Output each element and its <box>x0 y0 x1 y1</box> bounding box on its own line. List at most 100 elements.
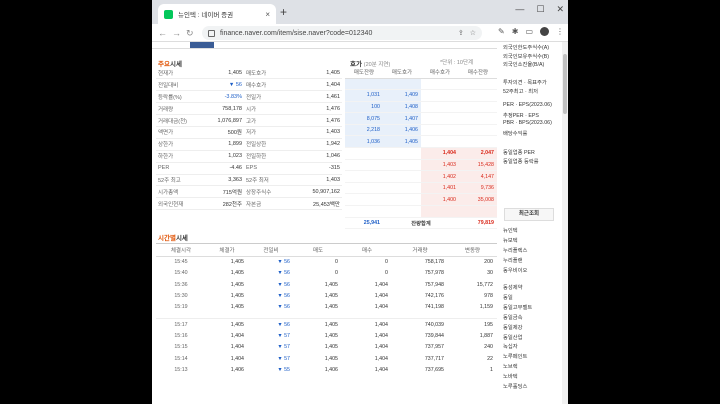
sidebar-item[interactable]: 누리플랜 <box>503 256 523 264</box>
maximize-icon[interactable]: ☐ <box>536 4 544 15</box>
total-bid-quantity: 79,819 <box>459 216 497 230</box>
empty-cell <box>383 159 421 172</box>
empty-cell <box>459 124 497 137</box>
sidebar-item[interactable]: 누리플렉스 <box>503 246 527 254</box>
trades-header: 체결시각 <box>156 243 206 257</box>
trade-p: 1,405 <box>230 281 244 288</box>
sidebar-item[interactable]: 동성제약 <box>503 283 523 291</box>
back-icon[interactable]: ← <box>158 27 167 39</box>
sidebar-item[interactable]: 녹십자 <box>503 342 518 350</box>
orderbook-unit-note: *단위 : 10단계 <box>440 60 474 66</box>
trade-b: 1,404 <box>374 366 388 373</box>
quote-row: 거래량 758,178 시가 1,476 <box>156 102 342 116</box>
reload-icon[interactable]: ↻ <box>186 27 194 39</box>
sidebar-item[interactable]: 노루홀딩스 <box>503 382 527 390</box>
sidebar-item[interactable]: 노브렉 <box>503 362 518 370</box>
bid-price: 1,404 <box>421 147 459 160</box>
quote-value: 758,178 <box>204 102 244 116</box>
scrollbar-thumb[interactable] <box>563 54 567 114</box>
share-icon[interactable]: ⇪ <box>458 29 464 37</box>
orderbook-bid-row: 1,401 9,736 <box>345 182 497 195</box>
profile-avatar[interactable] <box>540 27 549 36</box>
bookmark-star-icon[interactable]: ☆ <box>470 29 476 37</box>
sidebar-item[interactable]: 동우비이오 <box>503 266 527 274</box>
sidebar-item[interactable]: 뉴보텍 <box>503 236 518 244</box>
trade-d: 1 <box>490 366 493 373</box>
quote-row: 현재가 1,405 매도호가 1,405 <box>156 67 342 80</box>
puzzle-icon[interactable]: ✱ <box>512 27 519 36</box>
ask-quantity: 1,031 <box>345 89 383 102</box>
orderbook-header: 매도호가 <box>383 67 421 79</box>
menu-icon[interactable]: ⋮ <box>556 27 564 36</box>
url-field[interactable]: finance.naver.com/item/sise.naver?code=0… <box>202 26 482 40</box>
empty-cell <box>383 147 421 160</box>
sidebar-item: PBR · BPS(2023.06) <box>503 120 552 126</box>
sidebar-item[interactable]: 동일고무벨트 <box>503 303 532 311</box>
trade-p: 1,405 <box>230 321 244 328</box>
orderbook-table: 매도잔량 매도호가 매수호가 매수잔량 1,031 1,409 100 1,408 8,075… <box>345 67 497 230</box>
sidebar-item[interactable]: 노바텍 <box>503 372 518 380</box>
trade-b: 1,404 <box>374 293 388 300</box>
trade-b: 1,404 <box>374 332 388 339</box>
sidebar-item[interactable]: 동일 <box>503 293 513 301</box>
empty-cell <box>459 101 497 114</box>
new-tab-icon[interactable]: + <box>280 5 287 19</box>
orderbook-ask-row: 1,036 1,405 <box>345 135 497 149</box>
quote-label: 고가 <box>244 114 296 127</box>
ask-price: 1,409 <box>383 89 421 102</box>
close-tab-icon[interactable]: × <box>265 10 270 19</box>
trade-c: ▼ 57 <box>277 332 290 339</box>
trades-header: 매도 <box>294 243 342 257</box>
trade-v: 737,957 <box>424 344 444 351</box>
sidebar-item[interactable]: 동일제강 <box>503 323 523 331</box>
empty-cell <box>383 205 421 218</box>
trade-d: 15,772 <box>476 281 493 288</box>
trade-s: 0 <box>335 259 338 266</box>
orderbook-ask-row: 100 1,408 <box>345 101 497 114</box>
quote-row: 등락률(%) -3.83% 전일가 1,461 <box>156 90 342 104</box>
trade-t: 15:36 <box>174 281 188 288</box>
forward-icon[interactable]: → <box>172 27 181 39</box>
table-row: 15:16 1,404 ▼ 57 1,405 1,404 739,844 1,887 <box>156 330 497 341</box>
recent-views-header[interactable]: 최근조회 <box>504 208 554 221</box>
site-info-icon[interactable] <box>208 29 215 37</box>
bid-quantity: 4,147 <box>459 170 497 183</box>
trade-d: 1,159 <box>479 304 493 311</box>
sidebar-item[interactable]: 노루페인트 <box>503 352 527 360</box>
trade-v: 758,178 <box>424 259 444 266</box>
trade-v: 737,695 <box>424 366 444 373</box>
trade-p: 1,406 <box>230 366 244 373</box>
address-bar: ← → ↻ finance.naver.com/item/sise.naver?… <box>152 24 568 42</box>
trade-t: 15:30 <box>174 293 188 300</box>
quote-label: 액면가 <box>156 126 204 139</box>
quote-row: 시가총액 715억원 상장주식수 50,907,162 <box>156 185 342 199</box>
sidebar-icon[interactable]: ▭ <box>525 27 533 36</box>
close-window-icon[interactable]: ✕ <box>556 4 564 15</box>
quote-row: 외국인현재 282천주 자본금 25,453백만 <box>156 197 342 211</box>
sidebar-item[interactable]: 동일산업 <box>503 333 523 341</box>
trades-header: 전일비 <box>248 243 294 257</box>
trade-p: 1,404 <box>230 355 244 362</box>
minimize-icon[interactable]: — <box>515 4 524 15</box>
quote-value: 1,461 <box>296 90 342 104</box>
extension-icon[interactable]: ✎ <box>498 27 505 36</box>
sidebar-item[interactable]: 뉴인텍 <box>503 226 518 234</box>
trade-b: 1,404 <box>374 321 388 328</box>
trade-c: ▼ 56 <box>277 293 290 300</box>
sidebar-item: 외국인소진율(B/A) <box>503 62 545 68</box>
empty-cell <box>421 89 459 102</box>
quote-value: -315 <box>296 162 342 175</box>
trade-d: 978 <box>484 293 493 300</box>
empty-cell <box>345 170 383 183</box>
browser-tab[interactable]: 뉴인텍 : 네이버 증권 × <box>158 4 276 24</box>
sidebar-item[interactable]: 동일금속 <box>503 313 523 321</box>
sidebar-item: 동일업종 PER <box>503 150 535 156</box>
quote-value: 1,405 <box>296 67 342 80</box>
title-rest: 시세 <box>175 235 188 242</box>
trade-s: 1,405 <box>324 281 338 288</box>
trade-t: 15:17 <box>174 321 188 328</box>
empty-cell <box>421 112 459 125</box>
quote-row: PER -4.46 EPS -315 <box>156 162 342 175</box>
trade-c: ▼ 57 <box>277 344 290 351</box>
bid-quantity: 9,736 <box>459 182 497 195</box>
